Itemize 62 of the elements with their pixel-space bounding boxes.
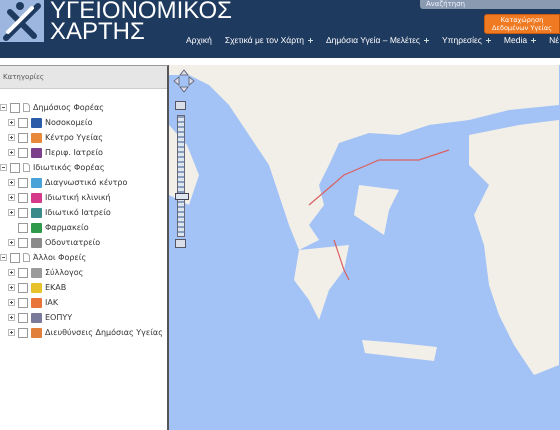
checkbox[interactable] [18, 298, 28, 308]
expand-icon[interactable] [8, 149, 15, 156]
logo-title: ΥΓΕΙΟΝΟΜΙΚΟΣ [50, 0, 232, 21]
collapse-icon[interactable] [0, 164, 7, 171]
checkbox[interactable] [10, 102, 20, 112]
expand-icon[interactable] [8, 179, 15, 186]
expand-icon[interactable] [8, 329, 15, 336]
checkbox[interactable] [18, 238, 28, 248]
checkbox[interactable] [10, 252, 20, 262]
tree-item-label[interactable]: ΙΑΚ [45, 298, 58, 307]
collapse-icon[interactable] [0, 104, 7, 111]
checkbox[interactable] [18, 312, 28, 322]
zoom-in-button[interactable] [175, 101, 186, 110]
expand-icon[interactable] [8, 194, 15, 201]
expand-icon[interactable] [8, 134, 15, 141]
logo-title: ΧΑΡΤΗΣ [50, 21, 145, 42]
checkbox[interactable] [18, 192, 28, 202]
nav-link[interactable]: Σχετικά με τον Χάρτη [224, 35, 313, 45]
tree-item-label[interactable]: Άλλοι Φορείς [33, 253, 86, 262]
checkbox[interactable] [18, 118, 28, 128]
tree-item-label[interactable]: Ιδιωτικό Ιατρείο [45, 208, 111, 217]
expand-icon[interactable] [8, 209, 15, 216]
checkbox[interactable] [10, 162, 20, 172]
expand-icon[interactable] [8, 119, 15, 126]
tree-item-label[interactable]: Νοσοκομείο [45, 118, 92, 127]
expand-icon[interactable] [8, 299, 15, 306]
tree-item-label[interactable]: Ιδιωτική κλινική [45, 193, 111, 202]
nav-link[interactable]: Media [504, 35, 536, 45]
checkbox[interactable] [18, 178, 28, 188]
nav-link[interactable]: Νέ [549, 35, 559, 45]
expand-icon[interactable] [8, 239, 15, 246]
page-icon [23, 253, 30, 262]
expand-icon[interactable] [8, 284, 15, 291]
tree-item-label[interactable]: Κέντρο Υγείας [45, 133, 103, 142]
nav-link[interactable]: Δημόσια Υγεία – Μελέτες [326, 35, 429, 45]
checkbox[interactable] [18, 208, 28, 218]
tree-item-label[interactable]: Δημόσιος Φορέας [33, 103, 104, 112]
collapse-icon[interactable] [0, 254, 7, 261]
nav-link[interactable]: Αρχική [186, 35, 212, 45]
checkbox[interactable] [18, 132, 28, 142]
tree-item-label[interactable]: ΕΚΑΒ [45, 283, 66, 292]
page-icon [23, 103, 30, 112]
checkbox[interactable] [18, 328, 28, 338]
checkbox[interactable] [18, 268, 28, 278]
nav-link[interactable]: Υπηρεσίες [442, 35, 491, 45]
zoom-out-button[interactable] [175, 239, 186, 248]
page-icon [23, 163, 30, 172]
expand-icon[interactable] [8, 314, 15, 321]
tree-item-label[interactable]: Διαγνωστικό κέντρο [45, 178, 128, 187]
tree-item-label[interactable]: Σύλλογος [45, 268, 84, 277]
checkbox[interactable] [18, 282, 28, 292]
checkbox[interactable] [18, 148, 28, 158]
tree-item-label[interactable]: Περιφ. Ιατρείο [45, 148, 103, 157]
tree-item-label[interactable]: Φαρμακείο [45, 223, 89, 232]
tree-item-label[interactable]: Ιδιωτικός Φορέας [33, 163, 105, 172]
expand-icon[interactable] [8, 269, 15, 276]
tree-item-label[interactable]: Οδοντιατρείο [45, 238, 100, 247]
tree-item-label[interactable]: Διευθύνσεις Δημόσιας Υγείας [45, 328, 163, 337]
tree-item-label[interactable]: ΕΟΠΥΥ [45, 313, 72, 322]
checkbox[interactable] [18, 222, 28, 232]
pan-control-icon[interactable] [173, 69, 195, 93]
zoom-thumb[interactable] [175, 193, 189, 200]
